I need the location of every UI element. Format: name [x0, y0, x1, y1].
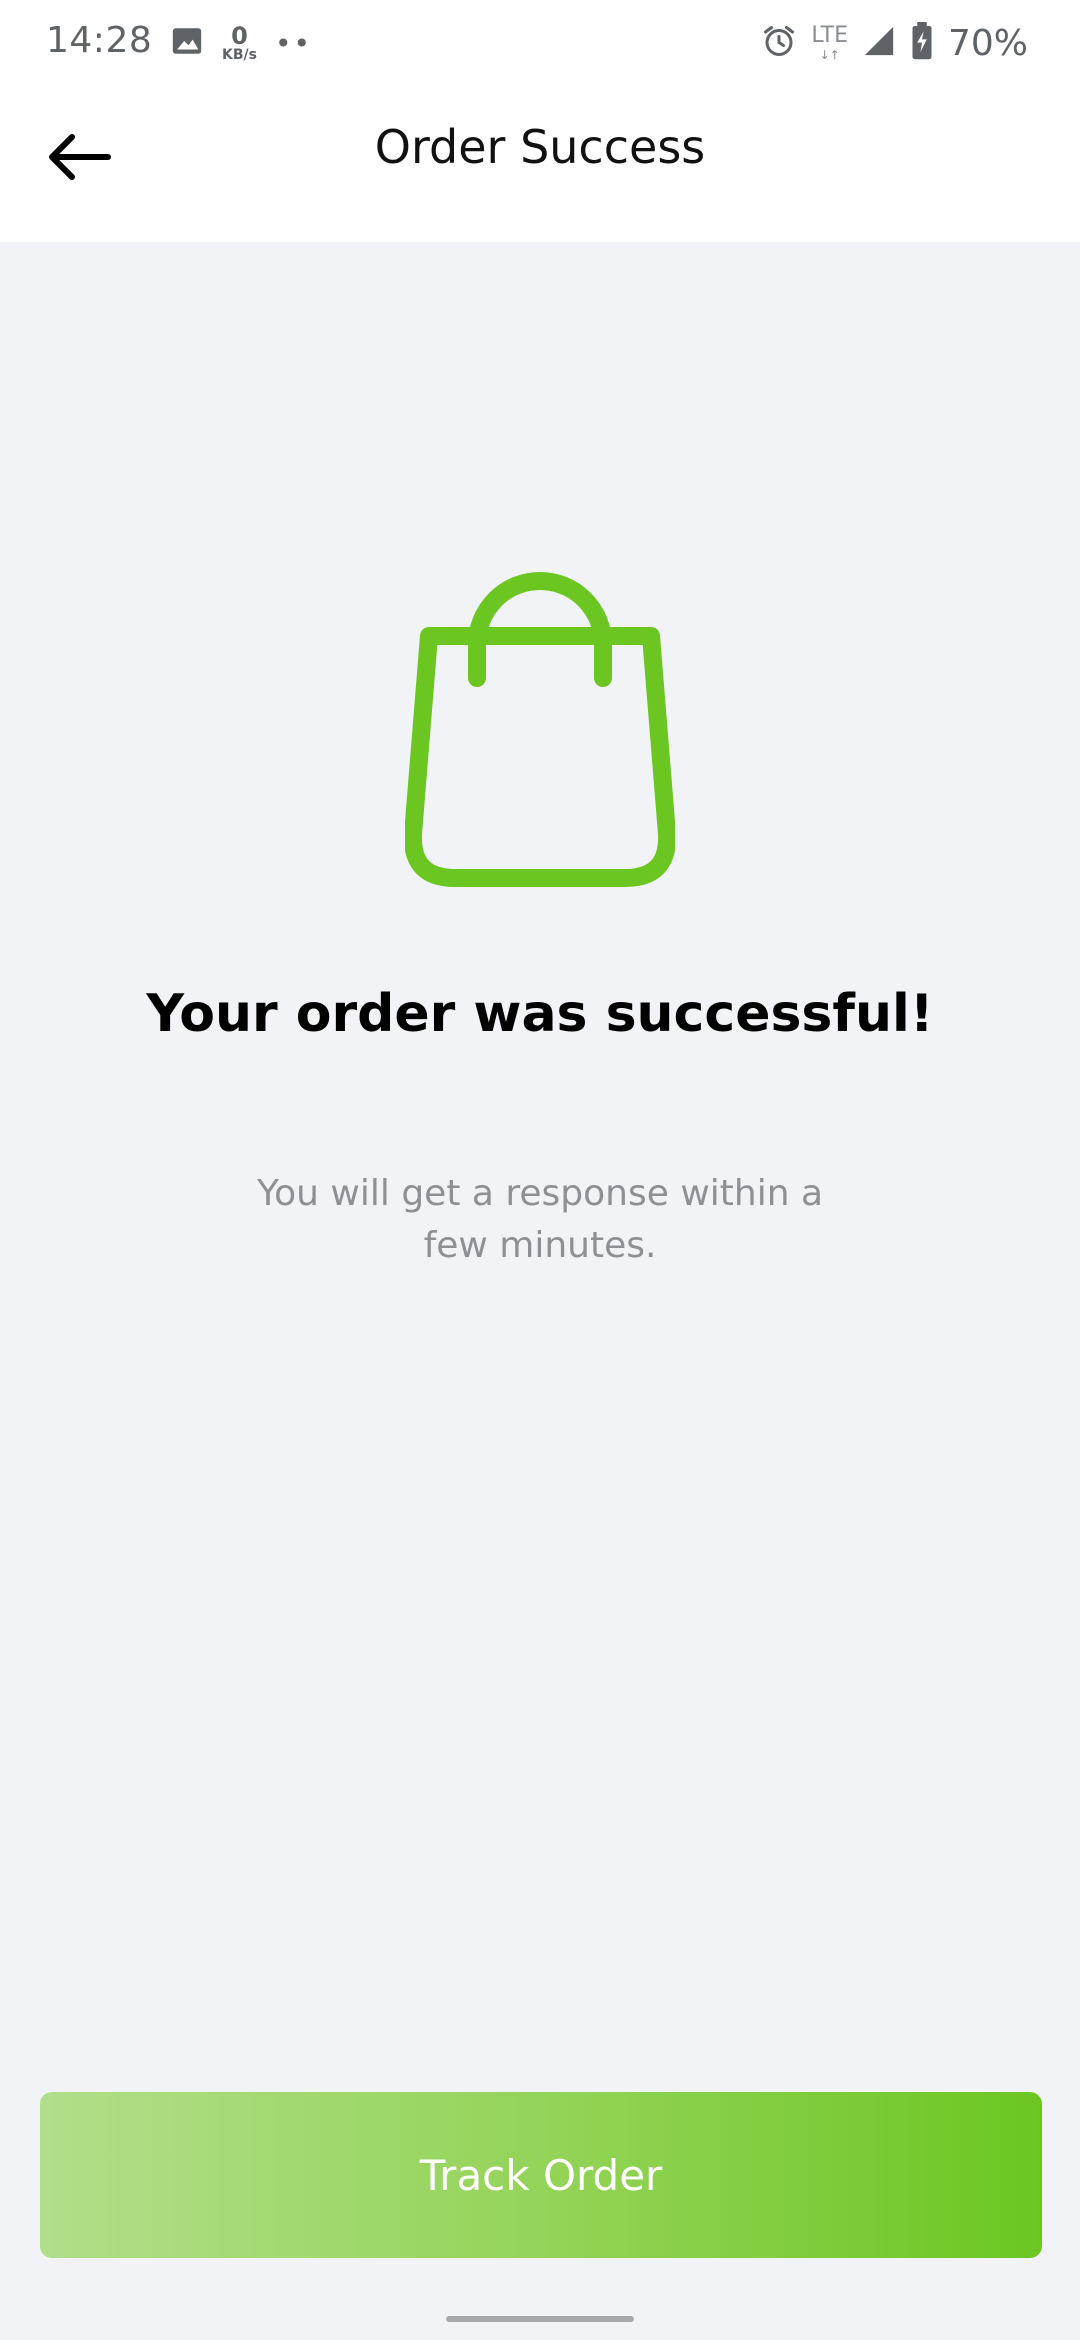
net-speed-indicator: 0 KB/s — [222, 24, 257, 62]
success-headline: Your order was successful! — [146, 984, 934, 1044]
success-subtext: You will get a response within a few min… — [256, 1173, 824, 1266]
page-title: Order Success — [374, 120, 706, 174]
battery-percent: 70% — [947, 22, 1028, 64]
status-bar: 14:28 0 KB/s •• LTE ↓↑ 70% — [0, 0, 1080, 84]
shopping-bag-icon — [403, 572, 677, 892]
net-speed-unit: KB/s — [222, 47, 257, 63]
alarm-icon — [761, 23, 797, 63]
battery-charging-icon — [910, 22, 934, 64]
network-arrows: ↓↑ — [819, 48, 840, 62]
net-speed-value: 0 — [231, 22, 248, 50]
order-success-screen: 14:28 0 KB/s •• LTE ↓↑ 70% Order Success… — [0, 0, 1080, 2340]
track-order-button[interactable]: Track Order — [40, 2092, 1042, 2258]
home-indicator[interactable] — [446, 2316, 634, 2322]
image-notification-icon — [170, 24, 204, 62]
status-time: 14:28 — [46, 20, 153, 61]
network-type-indicator: LTE ↓↑ — [811, 23, 848, 62]
more-notifications-icon: •• — [274, 26, 312, 60]
track-order-label: Track Order — [419, 2150, 663, 2200]
network-type-label: LTE — [811, 23, 848, 48]
signal-icon — [862, 24, 896, 62]
app-bar: Order Success — [0, 84, 1080, 242]
status-left-icons: 0 KB/s •• — [170, 18, 312, 68]
status-right-icons: LTE ↓↑ 70% — [761, 18, 1028, 68]
